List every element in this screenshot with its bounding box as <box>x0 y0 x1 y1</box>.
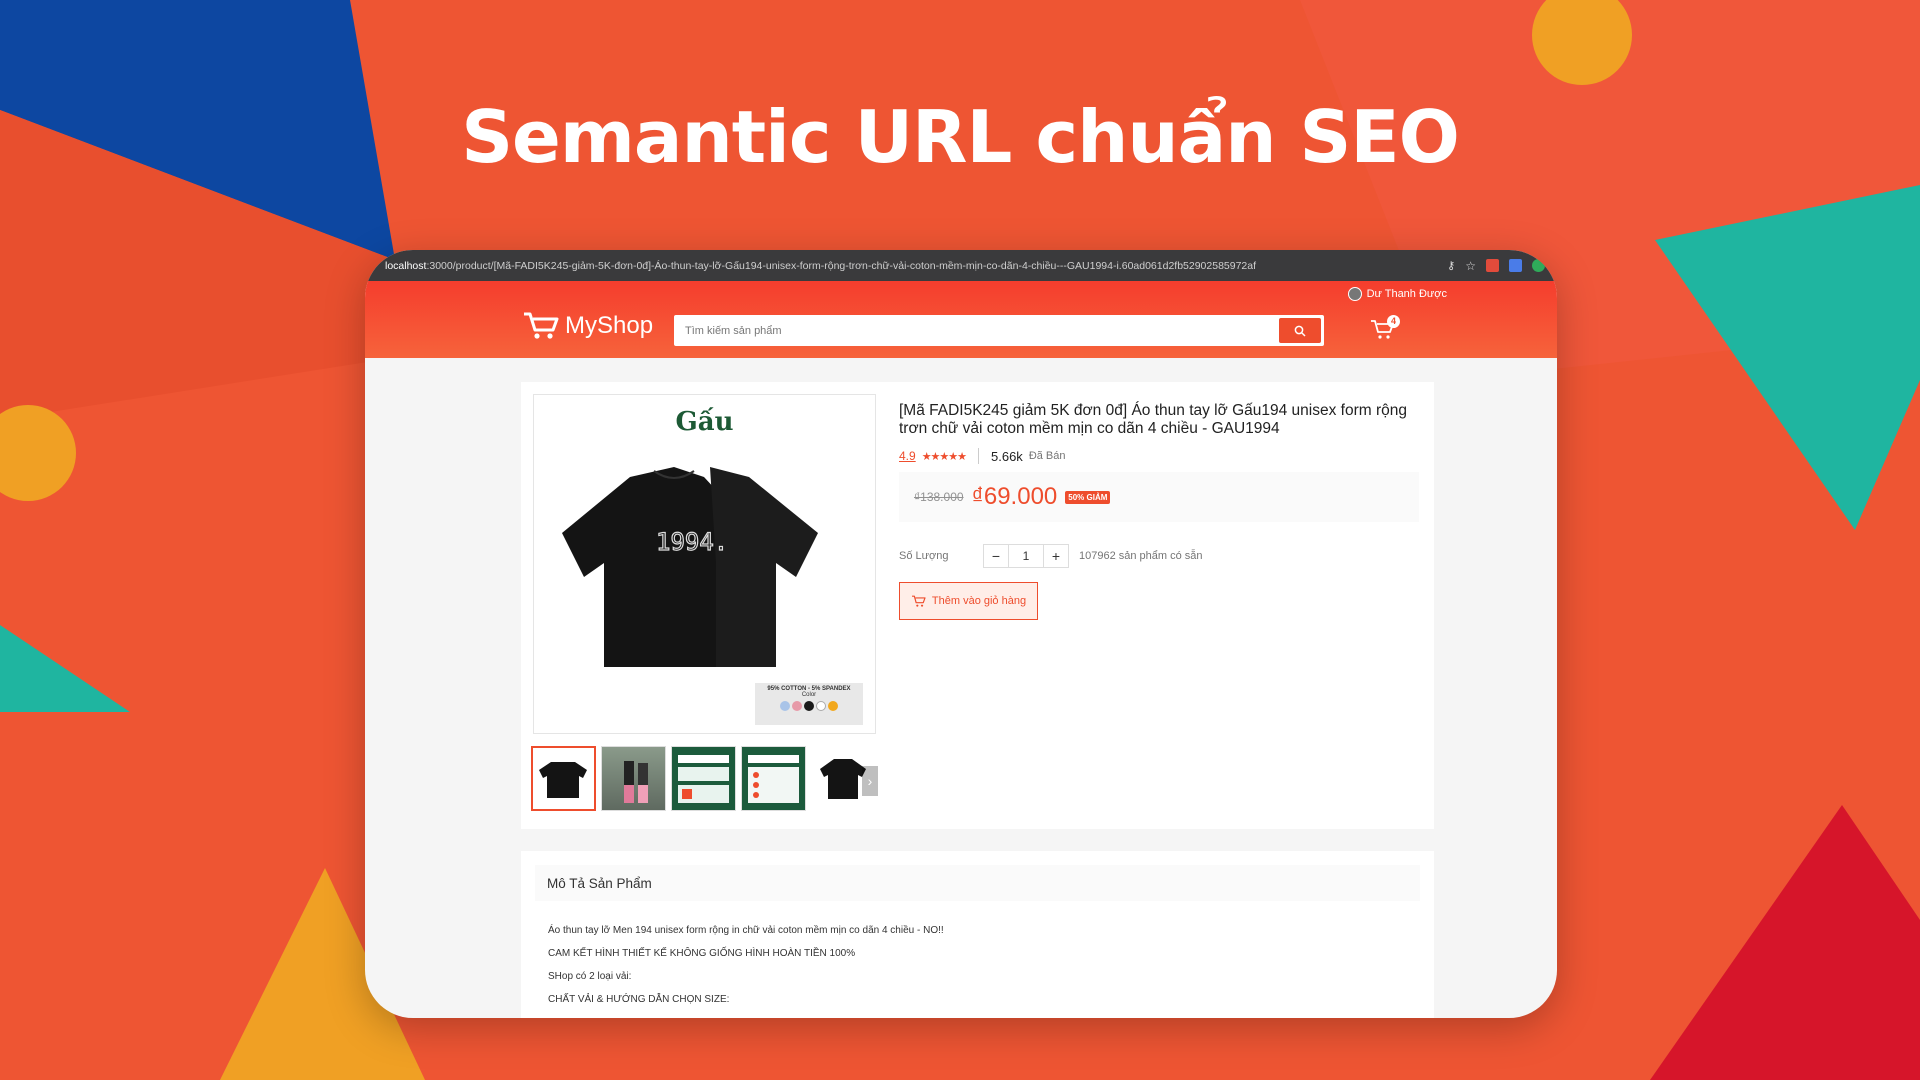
gmail-extension-icon[interactable] <box>1486 259 1499 272</box>
color-label: Color <box>801 692 817 698</box>
decrease-button[interactable]: − <box>984 545 1008 567</box>
add-to-cart-label: Thêm vào giỏ hàng <box>931 595 1027 607</box>
swatch <box>828 701 838 711</box>
site-header: Dư Thanh Được MyShop 4 <box>365 281 1557 358</box>
swatch <box>780 701 790 711</box>
thumbnail-strip <box>531 746 878 814</box>
original-price: ₫138.000 <box>914 490 964 504</box>
description-line: Áo thun tay lỡ Men 194 unisex form rộng … <box>548 925 944 936</box>
star-icon[interactable]: ☆ <box>1465 259 1476 273</box>
quantity-row: Số Lượng − 1 + 107962 sản phẩm có sẵn <box>899 544 1419 568</box>
thumbnail-2[interactable] <box>601 746 666 811</box>
thumbnail-3[interactable] <box>671 746 736 811</box>
cart-count-badge: 4 <box>1387 315 1400 328</box>
url-path: :3000/product/[Mã-FADI5K245-giảm-5K-đơn-… <box>426 259 1257 272</box>
thumbnail-next-arrow[interactable]: › <box>862 766 878 796</box>
description-line: CAM KẾT HÌNH THIẾT KẾ KHÔNG GIỐNG HÌNH H… <box>548 948 856 959</box>
quantity-stepper: − 1 + <box>983 544 1069 568</box>
quantity-input[interactable]: 1 <box>1008 545 1044 567</box>
search-icon <box>1294 325 1306 337</box>
cart-button[interactable]: 4 <box>1370 315 1400 343</box>
user-name: Dư Thanh Được <box>1366 288 1447 300</box>
search-bar <box>674 315 1324 346</box>
divider <box>978 448 979 464</box>
address-bar[interactable]: localhost :3000/product/[Mã-FADI5K245-gi… <box>365 250 1557 281</box>
thumbnail-1[interactable] <box>531 746 596 811</box>
avatar <box>1347 287 1362 301</box>
discount-badge: 50% GIẢM <box>1065 490 1111 504</box>
swatch <box>816 701 826 711</box>
translate-extension-icon[interactable] <box>1509 259 1522 272</box>
rating-score[interactable]: 4.9 <box>899 449 916 463</box>
description-line: SHop có 2 loại vải: <box>548 971 632 982</box>
product-main-image[interactable]: Gấu 1994. 95% COTTON - 5% SPANDEX Color <box>533 394 876 734</box>
page-headline: Semantic URL chuẩn SEO <box>461 95 1460 179</box>
stock-available: 107962 sản phẩm có sẵn <box>1079 550 1203 562</box>
description-line: CHẤT VẢI & HƯỚNG DẪN CHỌN SIZE: <box>548 994 730 1005</box>
url-host: localhost <box>385 259 427 272</box>
browser-window: localhost :3000/product/[Mã-FADI5K245-gi… <box>365 250 1557 1018</box>
description-text: Áo thun tay lỡ Men 194 unisex form rộng … <box>521 901 1434 1017</box>
search-button[interactable] <box>1279 318 1321 343</box>
swatch <box>804 701 814 711</box>
description-heading: Mô Tả Sản Phẩm <box>535 865 1420 901</box>
sale-price: ₫69.000 <box>971 483 1058 510</box>
product-panel: Gấu 1994. 95% COTTON - 5% SPANDEX Color <box>521 382 1434 829</box>
product-title: [Mã FADI5K245 giảm 5K đơn 0đ] Áo thun ta… <box>899 402 1407 437</box>
add-cart-icon <box>911 595 926 607</box>
add-to-cart-button[interactable]: Thêm vào giỏ hàng <box>899 582 1038 620</box>
key-icon[interactable]: ⚷ <box>1447 259 1455 272</box>
search-input[interactable] <box>677 324 1279 337</box>
rating-row: 4.9 ★★★★★ 5.66k Đã Bán <box>899 448 1419 464</box>
sold-count: 5.66k <box>991 448 1023 464</box>
quantity-label: Số Lượng <box>899 550 949 562</box>
shirt-print: 1994. <box>656 528 728 556</box>
description-panel: Mô Tả Sản Phẩm Áo thun tay lỡ Men 194 un… <box>521 851 1434 1018</box>
increase-button[interactable]: + <box>1044 545 1068 567</box>
sold-label: Đã Bán <box>1028 450 1066 462</box>
color-swatches <box>755 701 863 711</box>
swatch <box>792 701 802 711</box>
thumbnail-4[interactable] <box>741 746 806 811</box>
rating-stars: ★★★★★ <box>921 450 967 463</box>
product-info: [Mã FADI5K245 giảm 5K đơn 0đ] Áo thun ta… <box>899 402 1419 620</box>
site-logo[interactable]: MyShop <box>523 311 653 341</box>
price-box: ₫138.000 ₫69.000 50% GIẢM <box>899 472 1419 522</box>
logo-text: MyShop <box>565 312 654 339</box>
fabric-tag: 95% COTTON - 5% SPANDEX Color <box>755 683 863 725</box>
cart-logo-icon <box>524 312 559 339</box>
user-menu[interactable]: Dư Thanh Được <box>1347 287 1447 301</box>
